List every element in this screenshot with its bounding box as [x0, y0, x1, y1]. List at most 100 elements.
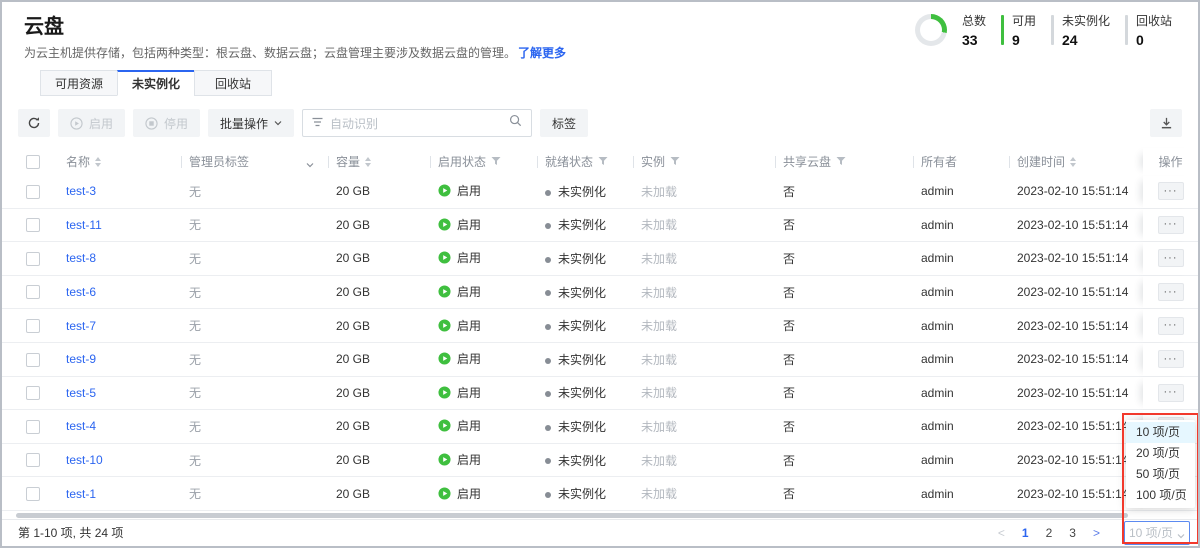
table-row: test-10 无 20 GB 启用 未实例化 未加载 否 admin 2023…: [2, 444, 1198, 478]
batch-actions-button[interactable]: 批量操作: [208, 109, 294, 137]
disk-name-link[interactable]: test-10: [66, 453, 103, 467]
sort-icon[interactable]: [1070, 157, 1076, 167]
row-actions-button[interactable]: ···: [1158, 249, 1184, 267]
row-actions-button[interactable]: ···: [1158, 317, 1184, 335]
shared-disk-cell: 否: [775, 384, 913, 401]
export-button[interactable]: [1150, 109, 1182, 137]
tab-recycle-bin[interactable]: 回收站: [194, 70, 272, 96]
enable-status-cell: 启用: [430, 283, 537, 301]
page-size-select[interactable]: 10 项/页: [1124, 521, 1190, 545]
header-admin-tag[interactable]: 管理员标签: [181, 148, 328, 175]
disk-name-link[interactable]: test-4: [66, 419, 96, 433]
gray-bar: [1125, 15, 1128, 45]
filter-icon[interactable]: [491, 155, 501, 169]
header-created-time[interactable]: 创建时间: [1009, 148, 1143, 175]
enabled-status-icon: [438, 285, 451, 298]
search-input[interactable]: 自动识别: [302, 109, 532, 137]
tab-available-resources[interactable]: 可用资源: [40, 70, 118, 96]
header-shared-disk[interactable]: 共享云盘: [775, 148, 913, 175]
refresh-button[interactable]: [18, 109, 50, 137]
ready-status-cell: 未实例化: [537, 216, 633, 233]
gray-dot-icon: [545, 492, 551, 498]
row-checkbox[interactable]: [26, 218, 40, 232]
header-checkbox-cell: [18, 148, 58, 175]
instance-cell: 未加载: [633, 452, 775, 469]
page-number-2[interactable]: 2: [1046, 526, 1053, 540]
sort-icon[interactable]: [365, 157, 371, 167]
owner-cell: admin: [913, 184, 1009, 198]
search-placeholder: 自动识别: [330, 115, 502, 132]
row-checkbox[interactable]: [26, 252, 40, 266]
tag-button[interactable]: 标签: [540, 109, 588, 137]
disk-name-link[interactable]: test-6: [66, 285, 96, 299]
row-checkbox[interactable]: [26, 285, 40, 299]
donut-chart: [915, 14, 947, 46]
row-checkbox[interactable]: [26, 353, 40, 367]
created-time-cell: 2023-02-10 15:51:14: [1009, 218, 1143, 232]
admin-tag-cell: 无: [181, 452, 328, 469]
row-checkbox[interactable]: [26, 386, 40, 400]
disk-name-link[interactable]: test-11: [66, 218, 102, 232]
filter-icon[interactable]: [670, 155, 680, 169]
table-row: test-7 无 20 GB 启用 未实例化 未加载 否 admin 2023-…: [2, 309, 1198, 343]
instance-cell: 未加载: [633, 317, 775, 334]
select-all-checkbox[interactable]: [26, 155, 40, 169]
disk-name-link[interactable]: test-3: [66, 184, 96, 198]
enable-button[interactable]: 启用: [58, 109, 125, 137]
pagination: < 1 2 3 >: [998, 526, 1100, 540]
disk-name-link[interactable]: test-8: [66, 251, 96, 265]
page-number-3[interactable]: 3: [1069, 526, 1076, 540]
learn-more-link[interactable]: 了解更多: [518, 46, 566, 60]
admin-tag-cell: 无: [181, 216, 328, 233]
filter-icon[interactable]: [836, 155, 846, 169]
created-time-cell: 2023-02-10 15:51:14: [1009, 453, 1143, 467]
enable-status-cell: 启用: [430, 417, 537, 435]
row-actions-button[interactable]: ···: [1158, 216, 1184, 234]
row-checkbox[interactable]: [26, 420, 40, 434]
page-size-option[interactable]: 100 项/页: [1126, 485, 1195, 506]
page-size-option[interactable]: 50 项/页: [1126, 464, 1195, 485]
page-size-option[interactable]: 20 项/页: [1126, 443, 1195, 464]
page-size-option[interactable]: 10 项/页: [1126, 422, 1195, 443]
shared-disk-cell: 否: [775, 418, 913, 435]
capacity-cell: 20 GB: [328, 184, 430, 198]
scrollbar-thumb[interactable]: [16, 513, 1128, 518]
disk-name-link[interactable]: test-1: [66, 487, 96, 501]
row-actions-button[interactable]: ···: [1158, 384, 1184, 402]
disable-button[interactable]: 停用: [133, 109, 200, 137]
header-enable-status[interactable]: 启用状态: [430, 148, 537, 175]
disk-name-link[interactable]: test-7: [66, 319, 96, 333]
next-page-button[interactable]: >: [1093, 526, 1100, 540]
ready-status-cell: 未实例化: [537, 418, 633, 435]
search-icon[interactable]: [509, 114, 522, 132]
created-time-cell: 2023-02-10 15:51:14: [1009, 487, 1143, 501]
page-number-1[interactable]: 1: [1022, 526, 1029, 540]
admin-tag-cell: 无: [181, 250, 328, 267]
row-checkbox[interactable]: [26, 319, 40, 333]
row-actions-button[interactable]: ···: [1158, 350, 1184, 368]
row-checkbox[interactable]: [26, 487, 40, 501]
prev-page-button[interactable]: <: [998, 526, 1005, 540]
row-checkbox[interactable]: [26, 453, 40, 467]
admin-tag-cell: 无: [181, 183, 328, 200]
row-actions-button[interactable]: ···: [1158, 283, 1184, 301]
chevron-down-icon[interactable]: [306, 158, 314, 166]
owner-cell: admin: [913, 218, 1009, 232]
header-instance[interactable]: 实例: [633, 148, 775, 175]
row-actions-button[interactable]: ···: [1158, 182, 1184, 200]
header-ready-status[interactable]: 就绪状态: [537, 148, 633, 175]
enabled-status-icon: [438, 386, 451, 399]
disk-name-link[interactable]: test-5: [66, 386, 96, 400]
header-capacity[interactable]: 容量: [328, 148, 430, 175]
enable-status-cell: 启用: [430, 485, 537, 503]
disk-name-link[interactable]: test-9: [66, 352, 96, 366]
shared-disk-cell: 否: [775, 351, 913, 368]
sort-icon[interactable]: [95, 157, 101, 167]
capacity-cell: 20 GB: [328, 419, 430, 433]
header-name[interactable]: 名称: [58, 148, 181, 175]
shared-disk-cell: 否: [775, 250, 913, 267]
ready-status-cell: 未实例化: [537, 183, 633, 200]
row-checkbox[interactable]: [26, 185, 40, 199]
tab-not-instantiated[interactable]: 未实例化: [117, 70, 195, 96]
filter-icon[interactable]: [598, 155, 608, 169]
